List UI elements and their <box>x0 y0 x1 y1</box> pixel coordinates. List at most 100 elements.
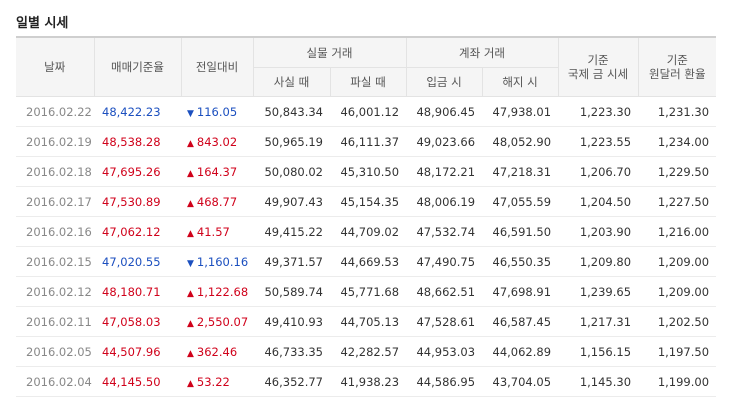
cell-withdraw: 47,218.31 <box>482 156 559 187</box>
header-usd-rate: 기준 원달러 환율 <box>637 37 717 97</box>
cell-usd: 1,199.00 <box>638 366 717 397</box>
cell-deposit: 47,490.75 <box>406 246 483 277</box>
cell-usd: 1,209.00 <box>638 246 717 277</box>
cell-date: 2016.02.05 <box>16 336 94 367</box>
cell-sell: 45,310.50 <box>330 156 407 187</box>
cell-change: ▲ 468.77 <box>181 186 253 217</box>
change-value: 468.77 <box>196 194 238 209</box>
cell-base-rate: 47,062.12 <box>94 216 181 247</box>
cell-change: ▲ 362.46 <box>181 336 253 367</box>
header-intl-line2: 국제 금 시세 <box>567 67 629 81</box>
cell-buy: 50,080.02 <box>253 156 330 187</box>
cell-deposit: 47,528.61 <box>406 306 483 337</box>
table-row: 2016.02.15 47,020.55 ▼ 1,160.16 49,371.57 44,… <box>16 246 717 277</box>
cell-sell: 44,669.53 <box>330 246 407 277</box>
arrow-up-icon: ▲ <box>187 228 194 239</box>
cell-usd: 1,231.30 <box>638 96 717 127</box>
header-usd-line2: 원달러 환율 <box>649 67 706 81</box>
cell-withdraw: 43,704.05 <box>482 366 559 397</box>
cell-buy: 50,843.34 <box>253 96 330 127</box>
arrow-up-icon: ▲ <box>187 198 194 209</box>
cell-base-rate: 47,530.89 <box>94 186 181 217</box>
cell-buy: 50,589.74 <box>253 276 330 307</box>
section-title: 일별 시세 <box>16 16 69 31</box>
cell-buy: 49,371.57 <box>253 246 330 277</box>
change-value: 116.05 <box>196 104 238 119</box>
header-account-withdraw: 해지 시 <box>481 67 559 97</box>
table-row: 2016.02.05 44,507.96 ▲ 362.46 46,733.35 42,28… <box>16 336 717 367</box>
change-value: 362.46 <box>196 344 238 359</box>
cell-intl: 1,217.31 <box>558 306 639 337</box>
change-value: 843.02 <box>196 134 238 149</box>
header-physical-buy: 사실 때 <box>252 67 330 97</box>
cell-intl: 1,206.70 <box>558 156 639 187</box>
table-row: 2016.02.17 47,530.89 ▲ 468.77 49,907.43 45,15… <box>16 186 717 217</box>
cell-usd: 1,202.50 <box>638 306 717 337</box>
cell-withdraw: 46,550.35 <box>482 246 559 277</box>
cell-intl: 1,145.30 <box>558 366 639 397</box>
cell-base-rate: 48,180.71 <box>94 276 181 307</box>
cell-intl: 1,204.50 <box>558 186 639 217</box>
cell-withdraw: 47,938.01 <box>482 96 559 127</box>
cell-deposit: 49,023.66 <box>406 126 483 157</box>
table-row: 2016.02.04 44,145.50 ▲ 53.22 46,352.77 41,938… <box>16 366 717 397</box>
arrow-up-icon: ▲ <box>187 318 194 329</box>
cell-base-rate: 44,507.96 <box>94 336 181 367</box>
cell-date: 2016.02.11 <box>16 306 94 337</box>
arrow-up-icon: ▲ <box>187 288 194 299</box>
change-value: 2,550.07 <box>196 314 249 329</box>
cell-buy: 50,965.19 <box>253 126 330 157</box>
cell-deposit: 44,953.03 <box>406 336 483 367</box>
change-value: 164.37 <box>196 164 238 179</box>
table-row: 2016.02.11 47,058.03 ▲ 2,550.07 49,410.93 44,… <box>16 306 717 337</box>
arrow-down-icon: ▼ <box>187 108 194 119</box>
cell-usd: 1,227.50 <box>638 186 717 217</box>
cell-deposit: 44,586.95 <box>406 366 483 397</box>
cell-base-rate: 48,422.23 <box>94 96 181 127</box>
cell-change: ▲ 41.57 <box>181 216 253 247</box>
arrow-up-icon: ▲ <box>187 378 194 389</box>
header-physical-sell: 파실 때 <box>329 67 407 97</box>
cell-withdraw: 47,698.91 <box>482 276 559 307</box>
header-account-deposit: 입금 시 <box>405 67 483 97</box>
change-value: 1,160.16 <box>196 254 249 269</box>
arrow-up-icon: ▲ <box>187 168 194 179</box>
cell-date: 2016.02.15 <box>16 246 94 277</box>
cell-deposit: 48,172.21 <box>406 156 483 187</box>
table-body: 2016.02.22 48,422.23 ▼ 116.05 50,843.34 46,00… <box>16 96 717 397</box>
cell-buy: 46,352.77 <box>253 366 330 397</box>
header-intl-gold: 기준 국제 금 시세 <box>557 37 639 97</box>
cell-date: 2016.02.22 <box>16 96 94 127</box>
header-intl-line1: 기준 <box>587 53 609 67</box>
cell-base-rate: 47,020.55 <box>94 246 181 277</box>
cell-sell: 45,154.35 <box>330 186 407 217</box>
cell-change: ▲ 2,550.07 <box>181 306 253 337</box>
change-value: 53.22 <box>196 374 230 389</box>
cell-intl: 1,209.80 <box>558 246 639 277</box>
arrow-down-icon: ▼ <box>187 258 194 269</box>
cell-buy: 49,415.22 <box>253 216 330 247</box>
cell-usd: 1,216.00 <box>638 216 717 247</box>
daily-price-table: 날짜 매매기준율 전일대비 실물 거래 계좌 거래 기준 국제 금 시세 기준 원달… <box>16 36 717 397</box>
arrow-up-icon: ▲ <box>187 138 194 149</box>
cell-usd: 1,229.50 <box>638 156 717 187</box>
cell-change: ▲ 53.22 <box>181 366 253 397</box>
cell-date: 2016.02.19 <box>16 126 94 157</box>
cell-date: 2016.02.12 <box>16 276 94 307</box>
header-usd-line1: 기준 <box>666 53 688 67</box>
cell-sell: 45,771.68 <box>330 276 407 307</box>
cell-change: ▼ 1,160.16 <box>181 246 253 277</box>
cell-buy: 49,410.93 <box>253 306 330 337</box>
cell-withdraw: 46,587.45 <box>482 306 559 337</box>
cell-sell: 44,709.02 <box>330 216 407 247</box>
cell-withdraw: 48,052.90 <box>482 126 559 157</box>
header-physical: 실물 거래 <box>252 37 407 68</box>
cell-intl: 1,239.65 <box>558 276 639 307</box>
table-row: 2016.02.18 47,695.26 ▲ 164.37 50,080.02 45,31… <box>16 156 717 187</box>
cell-date: 2016.02.16 <box>16 216 94 247</box>
daily-price-panel: 일별 시세 날짜 매매기준율 전일대비 실물 거래 계좌 거래 기준 국제 금 시… <box>0 0 735 409</box>
cell-buy: 46,733.35 <box>253 336 330 367</box>
change-value: 1,122.68 <box>196 284 249 299</box>
change-value: 41.57 <box>196 224 230 239</box>
cell-change: ▲ 843.02 <box>181 126 253 157</box>
